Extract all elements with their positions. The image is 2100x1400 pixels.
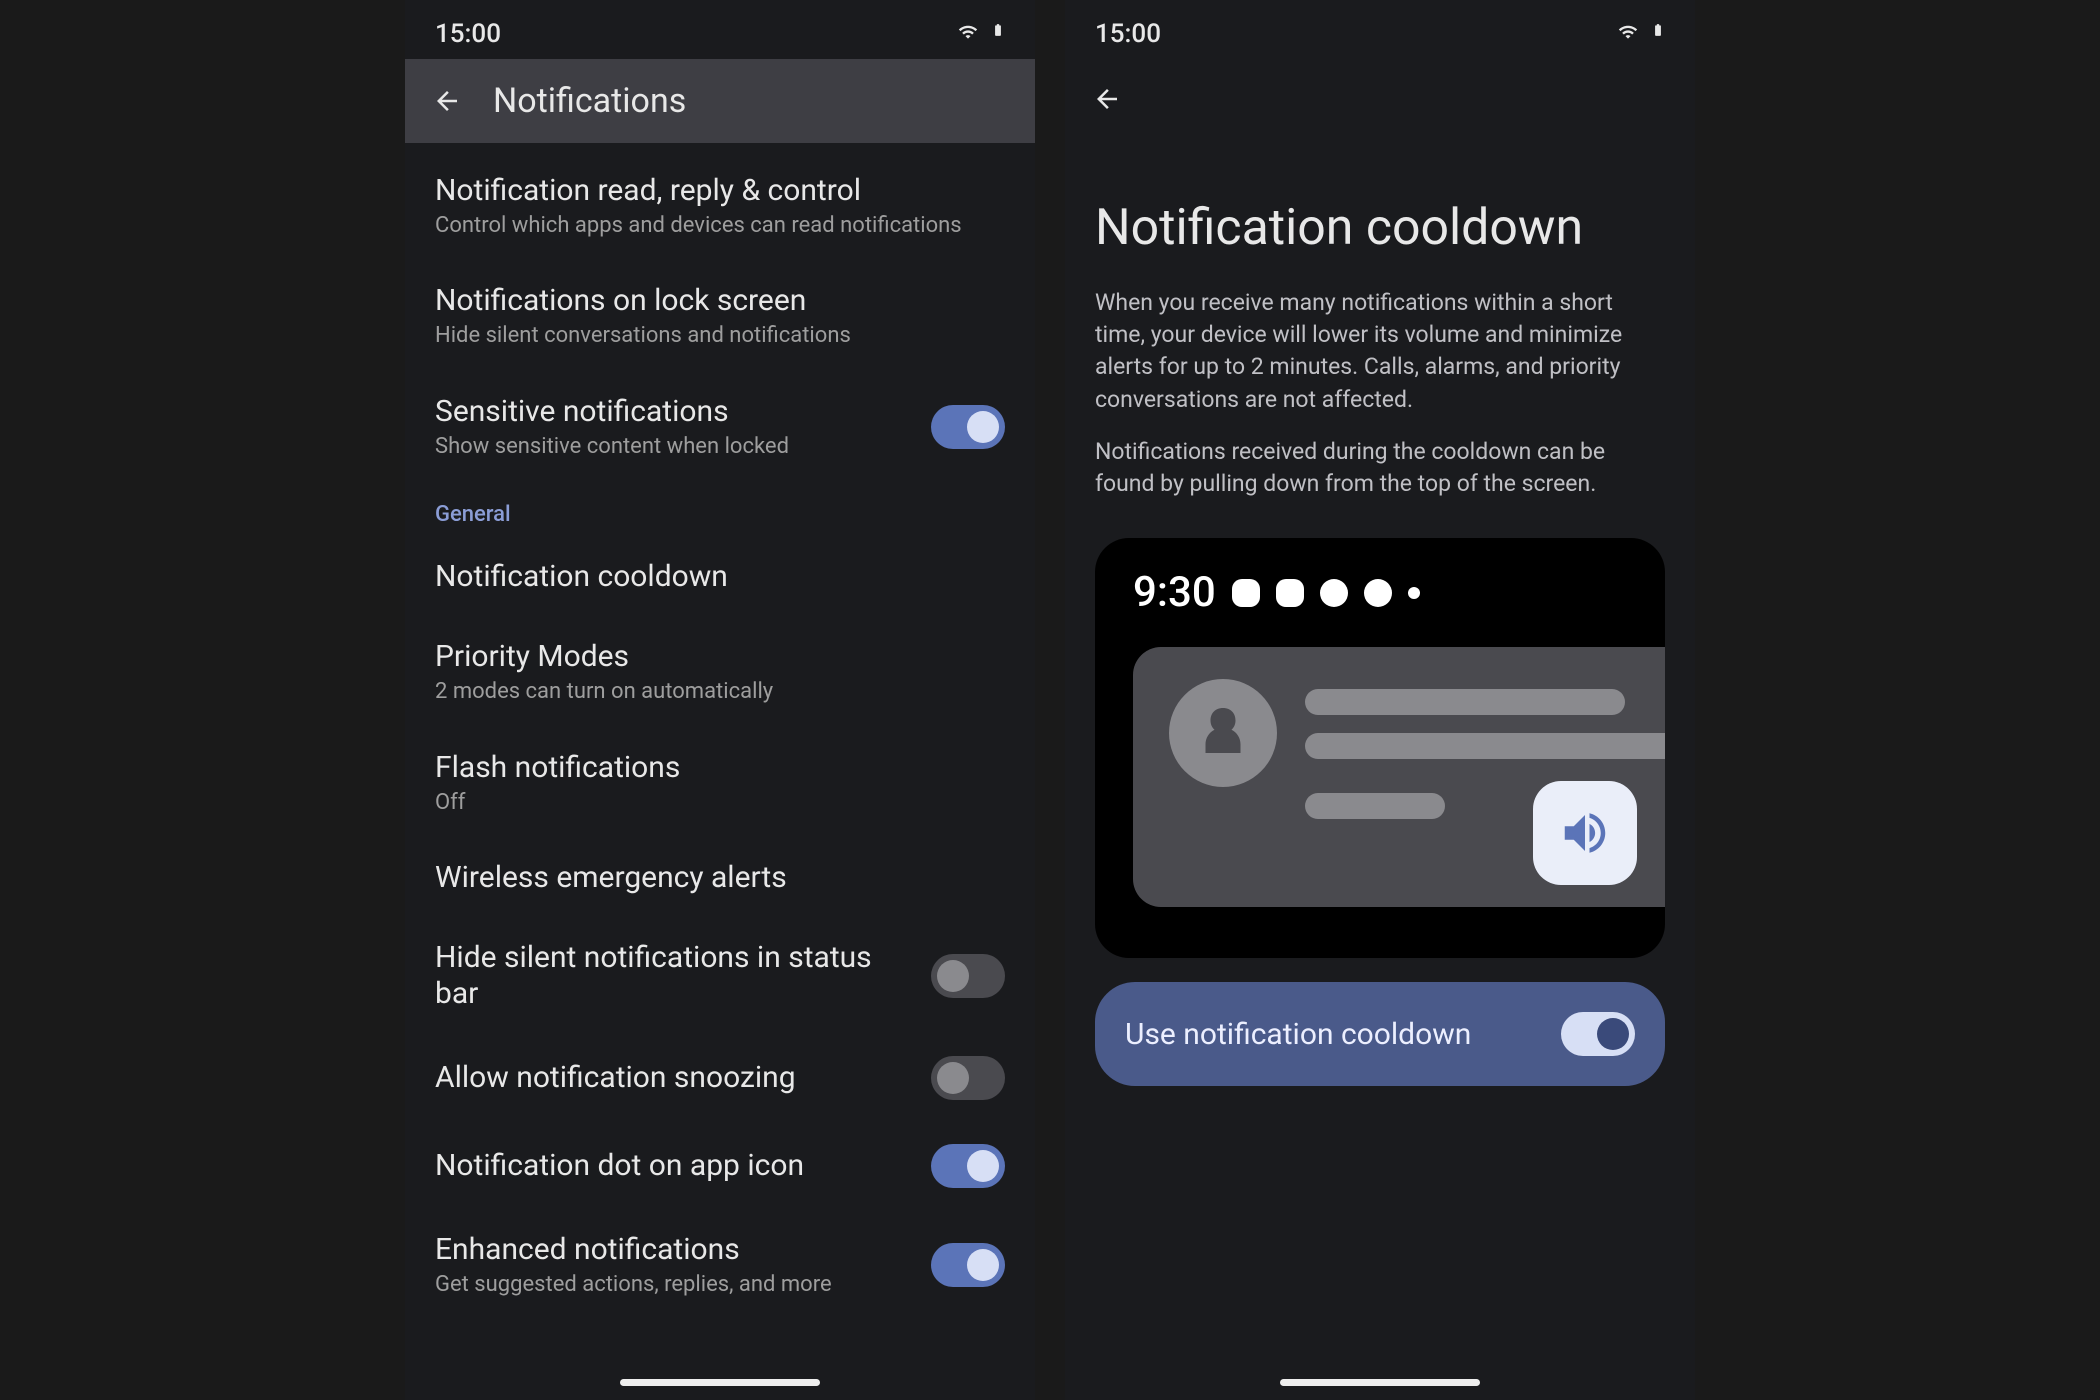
item-notification-read-reply[interactable]: Notification read, reply & control Contr… bbox=[405, 151, 1035, 261]
wifi-icon bbox=[1615, 19, 1641, 49]
toggle-hide-silent[interactable] bbox=[931, 954, 1005, 998]
item-title: Priority Modes bbox=[435, 639, 985, 675]
item-priority-modes[interactable]: Priority Modes 2 modes can turn on autom… bbox=[405, 617, 1035, 727]
use-cooldown-row[interactable]: Use notification cooldown bbox=[1095, 982, 1665, 1086]
item-subtitle: Off bbox=[435, 790, 985, 816]
status-bar: 15:00 bbox=[405, 0, 1035, 59]
item-title: Notification dot on app icon bbox=[435, 1148, 911, 1184]
toggle-notification-dot[interactable] bbox=[931, 1144, 1005, 1188]
item-subtitle: 2 modes can turn on automatically bbox=[435, 679, 985, 705]
item-notification-cooldown[interactable]: Notification cooldown bbox=[405, 537, 1035, 617]
notification-icon bbox=[1320, 579, 1348, 607]
toggle-enhanced[interactable] bbox=[931, 1243, 1005, 1287]
item-title: Notification cooldown bbox=[435, 559, 985, 595]
item-notification-dot[interactable]: Notification dot on app icon bbox=[405, 1122, 1035, 1210]
notification-icon bbox=[1232, 579, 1260, 607]
item-subtitle: Hide silent conversations and notificati… bbox=[435, 323, 985, 349]
settings-list: Notification read, reply & control Contr… bbox=[405, 143, 1035, 1328]
illustration-statusbar: 9:30 bbox=[1133, 568, 1665, 617]
toggle-snoozing[interactable] bbox=[931, 1056, 1005, 1100]
toggle-sensitive-notifications[interactable] bbox=[931, 405, 1005, 449]
description-paragraph-1: When you receive many notifications with… bbox=[1065, 287, 1695, 436]
nav-pill[interactable] bbox=[620, 1379, 820, 1386]
page-title: Notification cooldown bbox=[1065, 139, 1695, 287]
item-hide-silent-statusbar[interactable]: Hide silent notifications in status bar bbox=[405, 918, 1035, 1034]
item-wireless-emergency-alerts[interactable]: Wireless emergency alerts bbox=[405, 838, 1035, 918]
wifi-icon bbox=[955, 19, 981, 49]
phone-notifications-settings: 15:00 Notifications Notification read, r… bbox=[405, 0, 1035, 1400]
placeholder-line bbox=[1305, 689, 1625, 715]
placeholder-line bbox=[1305, 733, 1665, 759]
page-title: Notifications bbox=[493, 81, 686, 121]
back-button[interactable] bbox=[429, 83, 465, 119]
illustration-notification-card bbox=[1133, 647, 1665, 907]
item-title: Allow notification snoozing bbox=[435, 1060, 911, 1096]
notification-overflow-dot bbox=[1408, 587, 1420, 599]
nav-pill[interactable] bbox=[1280, 1379, 1480, 1386]
notification-icon bbox=[1364, 579, 1392, 607]
back-button[interactable] bbox=[1089, 81, 1125, 117]
status-time: 15:00 bbox=[435, 19, 501, 49]
item-allow-snoozing[interactable]: Allow notification snoozing bbox=[405, 1034, 1035, 1122]
battery-icon bbox=[991, 18, 1005, 49]
section-general: General bbox=[405, 482, 1035, 537]
item-title: Wireless emergency alerts bbox=[435, 860, 985, 896]
item-title: Notification read, reply & control bbox=[435, 173, 985, 209]
item-title: Flash notifications bbox=[435, 750, 985, 786]
volume-icon bbox=[1533, 781, 1637, 885]
item-sensitive-notifications[interactable]: Sensitive notifications Show sensitive c… bbox=[405, 372, 1035, 482]
app-bar bbox=[1065, 59, 1695, 139]
avatar-icon bbox=[1169, 679, 1277, 787]
status-time: 15:00 bbox=[1095, 19, 1161, 49]
item-subtitle: Show sensitive content when locked bbox=[435, 434, 911, 460]
app-bar: Notifications bbox=[405, 59, 1035, 143]
item-title: Enhanced notifications bbox=[435, 1232, 911, 1268]
use-cooldown-label: Use notification cooldown bbox=[1125, 1017, 1471, 1052]
item-flash-notifications[interactable]: Flash notifications Off bbox=[405, 728, 1035, 838]
battery-icon bbox=[1651, 18, 1665, 49]
phone-notification-cooldown: 15:00 Notification cooldown When you rec… bbox=[1065, 0, 1695, 1400]
illustration-time: 9:30 bbox=[1133, 568, 1216, 617]
item-lock-screen-notifications[interactable]: Notifications on lock screen Hide silent… bbox=[405, 261, 1035, 371]
toggle-use-cooldown[interactable] bbox=[1561, 1012, 1635, 1056]
placeholder-line bbox=[1305, 793, 1445, 819]
notification-icon bbox=[1276, 579, 1304, 607]
cooldown-illustration: 9:30 bbox=[1095, 538, 1665, 958]
item-subtitle: Control which apps and devices can read … bbox=[435, 213, 985, 239]
description-paragraph-2: Notifications received during the cooldo… bbox=[1065, 436, 1695, 520]
item-enhanced-notifications[interactable]: Enhanced notifications Get suggested act… bbox=[405, 1210, 1035, 1320]
item-subtitle: Get suggested actions, replies, and more bbox=[435, 1272, 911, 1298]
item-title: Sensitive notifications bbox=[435, 394, 911, 430]
item-title: Hide silent notifications in status bar bbox=[435, 940, 911, 1012]
item-title: Notifications on lock screen bbox=[435, 283, 985, 319]
status-bar: 15:00 bbox=[1065, 0, 1695, 59]
